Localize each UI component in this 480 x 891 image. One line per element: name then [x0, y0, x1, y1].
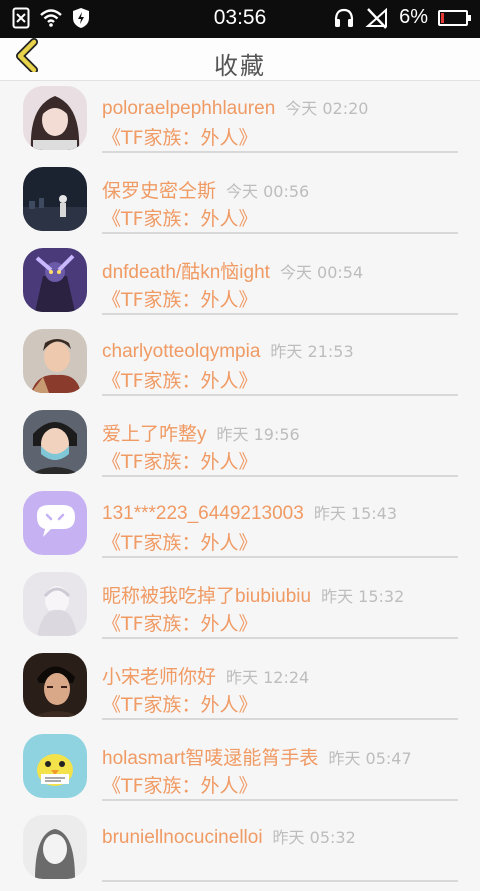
name-line: charlyotteolqympia 昨天 21:53	[102, 338, 354, 363]
favorite-item[interactable]: 小宋老师你好 昨天 12:24 《TF家族：外人》	[0, 648, 480, 729]
signal-off-icon	[365, 7, 388, 29]
name-line: holasmart智唛逯能筲手表 昨天 05:47	[102, 743, 412, 770]
favorites-list: poloraelpephhlauren 今天 02:20 《TF家族：外人》 保罗…	[0, 81, 480, 891]
timestamp: 今天 00:54	[279, 263, 364, 282]
work-title[interactable]: 《TF家族：外人》	[102, 204, 258, 231]
page-title: 收藏	[214, 52, 266, 80]
timestamp: 昨天 15:43	[313, 504, 398, 523]
favorite-item[interactable]: holasmart智唛逯能筲手表 昨天 05:47 《TF家族：外人》	[0, 729, 480, 810]
user-name[interactable]: dnfdeath/酤kn恼ight	[102, 262, 270, 283]
timestamp: 昨天 19:56	[216, 425, 300, 444]
work-title[interactable]: 《TF家族：外人》	[102, 609, 258, 636]
battery-level-fill	[441, 12, 444, 23]
name-line: 保罗史密仝斯 今天 00:56	[102, 176, 309, 203]
timestamp: 昨天 05:32	[272, 828, 356, 847]
divider	[102, 394, 458, 396]
battery-percent: 6%	[399, 6, 428, 28]
favorite-item[interactable]: 爱上了咋整y 昨天 19:56 《TF家族：外人》	[0, 405, 480, 486]
divider	[102, 313, 458, 315]
name-line: poloraelpephhlauren 今天 02:20	[102, 95, 368, 120]
timestamp: 昨天 15:32	[321, 587, 405, 606]
name-line: bruniellnocucinelloi 昨天 05:32	[102, 824, 356, 849]
work-title[interactable]: 《TF家族：外人》	[102, 690, 258, 717]
work-title[interactable]: 《TF家族：外人》	[102, 771, 258, 798]
favorite-item[interactable]: dnfdeath/酤kn恼ight 今天 00:54 《TF家族：外人》	[0, 243, 480, 324]
avatar[interactable]	[23, 491, 87, 555]
avatar[interactable]	[23, 815, 87, 879]
status-bar: 03:56 6%	[0, 0, 480, 38]
user-name[interactable]: 131***223_6449213003	[102, 503, 304, 524]
avatar[interactable]	[23, 86, 87, 150]
user-name[interactable]: 保罗史密仝斯	[102, 181, 216, 202]
headset-icon	[334, 8, 354, 27]
work-title[interactable]: 《TF家族：外人》	[102, 285, 258, 312]
user-name[interactable]: 昵称被我吃掉了biubiubiu	[102, 586, 311, 607]
avatar[interactable]	[23, 248, 87, 312]
favorite-item[interactable]: 昵称被我吃掉了biubiubiu 昨天 15:32 《TF家族：外人》	[0, 567, 480, 648]
name-line: 爱上了咋整y 昨天 19:56	[102, 419, 300, 446]
favorite-item[interactable]: charlyotteolqympia 昨天 21:53 《TF家族：外人》	[0, 324, 480, 405]
divider	[102, 475, 458, 477]
timestamp: 今天 00:56	[226, 182, 310, 201]
user-name[interactable]: 小宋老师你好	[102, 667, 216, 688]
divider	[102, 151, 458, 153]
divider	[102, 637, 458, 639]
avatar[interactable]	[23, 410, 87, 474]
avatar[interactable]	[23, 572, 87, 636]
favorite-item[interactable]: 131***223_6449213003 昨天 15:43 《TF家族：外人》	[0, 486, 480, 567]
work-title[interactable]: 《TF家族：外人》	[102, 528, 258, 555]
work-title[interactable]: 《TF家族：外人》	[102, 366, 258, 393]
divider	[102, 556, 458, 558]
user-name[interactable]: bruniellnocucinelloi	[102, 827, 263, 848]
divider	[102, 799, 458, 801]
name-line: 昵称被我吃掉了biubiubiu 昨天 15:32	[102, 581, 404, 608]
timestamp: 昨天 12:24	[226, 668, 310, 687]
battery-icon	[438, 9, 471, 26]
timestamp: 昨天 21:53	[270, 342, 354, 361]
name-line: 小宋老师你好 昨天 12:24	[102, 662, 309, 689]
divider	[102, 880, 458, 882]
name-line: 131***223_6449213003 昨天 15:43	[102, 500, 397, 525]
timestamp: 昨天 05:47	[328, 749, 412, 768]
status-right-icons: 6%	[333, 6, 471, 29]
avatar[interactable]	[23, 734, 87, 798]
user-name[interactable]: poloraelpephhlauren	[102, 98, 275, 119]
avatar[interactable]	[23, 167, 87, 231]
header: 收藏	[0, 38, 480, 81]
work-title[interactable]: 《TF家族：外人》	[102, 447, 258, 474]
timestamp: 今天 02:20	[285, 99, 369, 118]
avatar[interactable]	[23, 653, 87, 717]
divider	[102, 232, 458, 234]
name-line: dnfdeath/酤kn恼ight 今天 00:54	[102, 257, 363, 284]
user-name[interactable]: holasmart智唛逯能筲手表	[102, 748, 318, 769]
avatar[interactable]	[23, 329, 87, 393]
work-title[interactable]: 《TF家族：外人》	[102, 123, 258, 150]
favorite-item[interactable]: bruniellnocucinelloi 昨天 05:32	[0, 810, 480, 891]
user-name[interactable]: 爱上了咋整y	[102, 424, 207, 445]
favorite-item[interactable]: poloraelpephhlauren 今天 02:20 《TF家族：外人》	[0, 81, 480, 162]
favorite-item[interactable]: 保罗史密仝斯 今天 00:56 《TF家族：外人》	[0, 162, 480, 243]
user-name[interactable]: charlyotteolqympia	[102, 341, 260, 362]
divider	[102, 718, 458, 720]
